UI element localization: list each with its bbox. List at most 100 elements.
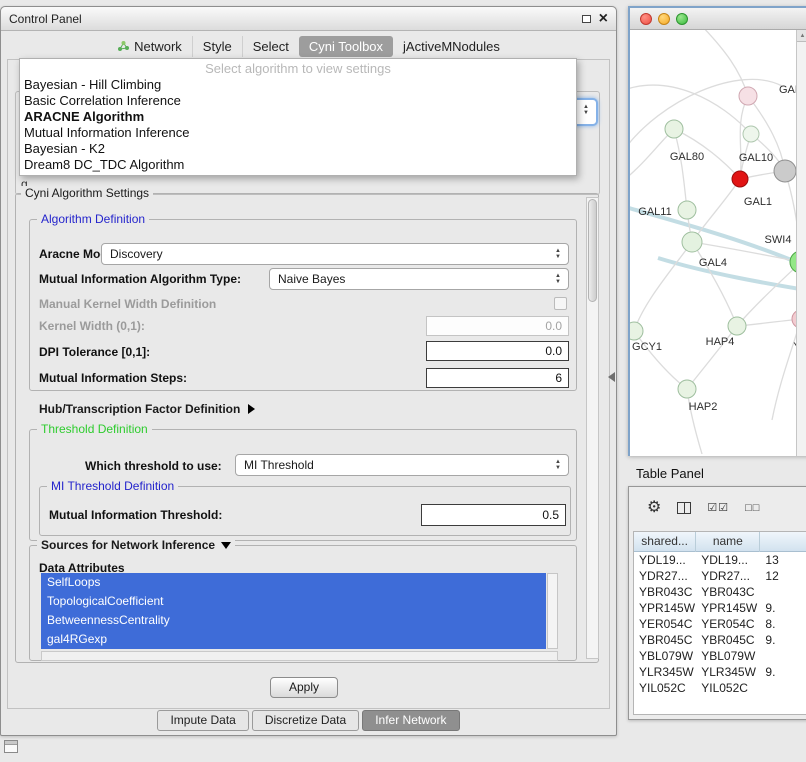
window-controls: × — [582, 12, 608, 26]
manual-kernel-checkbox[interactable] — [554, 297, 567, 310]
network-node[interactable] — [743, 126, 759, 142]
network-canvas-svg: GALGAL80GAL10GAL11GAL1SWI4GAL4GCY1HAP4YH… — [630, 30, 800, 456]
which-threshold-select[interactable]: MI Threshold — [235, 454, 569, 476]
table-row[interactable]: YIL052CYIL052C — [634, 680, 806, 696]
mi-type-select[interactable]: Naive Bayes — [269, 268, 569, 290]
spinner-arrows-icon — [554, 273, 562, 285]
table-row[interactable]: YBR045CYBR045C9. — [634, 632, 806, 648]
attributes-list-vscrollbar[interactable] — [547, 573, 558, 649]
columns-icon[interactable] — [677, 502, 691, 514]
zoom-traffic-light-icon[interactable] — [676, 13, 688, 25]
table-header-cell[interactable]: name — [696, 532, 760, 552]
cyni-settings-title: Cyni Algorithm Settings — [21, 186, 153, 200]
algorithm-option-aracne-algorithm[interactable]: ARACNE Algorithm — [20, 109, 576, 125]
bottom-tab-infer-network[interactable]: Infer Network — [362, 710, 459, 731]
tab-label: Cyni Toolbox — [309, 39, 383, 54]
attribute-item-selfloops[interactable]: SelfLoops — [41, 573, 546, 592]
network-edge — [634, 331, 687, 389]
bottom-tab-bar: Impute DataDiscretize DataInfer Network — [1, 710, 616, 731]
table-row[interactable]: YDL19...YDL19...13 — [634, 552, 806, 568]
tab-network[interactable]: Network — [107, 36, 192, 57]
tab-select[interactable]: Select — [242, 36, 299, 57]
network-edge — [630, 79, 782, 150]
network-node[interactable] — [774, 160, 796, 182]
network-node[interactable] — [739, 87, 757, 105]
network-node[interactable] — [630, 322, 643, 340]
settings-scrollbar[interactable] — [586, 197, 599, 659]
data-attributes-list: SelfLoopsTopologicalCoefficientBetweenne… — [41, 573, 546, 649]
table-toolbar: ⚙ ☑☑ □□ — [629, 493, 806, 523]
table-row[interactable]: YBR043CYBR043C — [634, 584, 806, 600]
tab-jactivemnodules[interactable]: jActiveMNodules — [393, 36, 510, 57]
sources-title-label: Sources for Network Inference — [41, 538, 215, 552]
mi-type-label: Mutual Information Algorithm Type: — [39, 272, 241, 287]
minimize-traffic-light-icon[interactable] — [658, 13, 670, 25]
which-threshold-value: MI Threshold — [244, 458, 314, 472]
panel-collapse-handle[interactable] — [608, 372, 615, 382]
table-row[interactable]: YBL079WYBL079W — [634, 648, 806, 664]
network-node[interactable] — [678, 380, 696, 398]
table-header-cell[interactable]: shared... — [634, 532, 696, 552]
network-node[interactable] — [682, 232, 702, 252]
mi-steps-input[interactable] — [426, 368, 569, 388]
settings-scrollbar-thumb[interactable] — [588, 199, 597, 302]
tab-cyni-toolbox[interactable]: Cyni Toolbox — [299, 36, 393, 57]
tab-style[interactable]: Style — [192, 36, 242, 57]
attribute-table: shared...name YDL19...YDL19...13YDR27...… — [633, 531, 806, 715]
float-window-icon[interactable] — [582, 15, 591, 23]
network-node-label: SWI4 — [765, 234, 792, 246]
algorithm-option-dream8-dc-tdc-algorithm[interactable]: Dream8 DC_TDC Algorithm — [20, 157, 576, 173]
table-row[interactable]: YDR27...YDR27...12 — [634, 568, 806, 584]
sources-toggle[interactable]: Sources for Network Inference — [37, 538, 235, 552]
mi-threshold-input[interactable] — [421, 504, 566, 526]
table-header-cell[interactable] — [760, 532, 806, 552]
network-edge — [630, 85, 751, 134]
dpi-tolerance-label: DPI Tolerance [0,1]: — [39, 345, 150, 360]
table-row[interactable]: YPR145WYPR145W9. — [634, 600, 806, 616]
close-window-icon[interactable]: × — [599, 12, 608, 26]
algorithm-option-bayesian-hill-climbing[interactable]: Bayesian - Hill Climbing — [20, 77, 576, 93]
clear-checkboxes-icon[interactable]: □□ — [745, 500, 760, 516]
table-cell: YBL079W — [696, 648, 760, 664]
attribute-item-topologicalcoefficient[interactable]: TopologicalCoefficient — [41, 592, 546, 611]
bottom-tab-impute-data[interactable]: Impute Data — [157, 710, 248, 731]
network-node[interactable] — [732, 171, 748, 187]
network-node-label: HAP4 — [706, 336, 735, 348]
network-scrollbar[interactable]: ▲ — [796, 30, 806, 456]
attribute-item-gal4rgexp[interactable]: gal4RGexp — [41, 630, 546, 649]
network-edge — [674, 129, 687, 210]
mi-steps-label: Mutual Information Steps: — [39, 371, 187, 386]
gear-icon[interactable]: ⚙ — [647, 500, 661, 516]
collapse-arrow-icon — [221, 542, 231, 549]
aracne-mode-select[interactable]: Discovery — [101, 243, 569, 265]
table-panel-window: ⚙ ☑☑ □□ shared...name YDL19...YDL19...13… — [628, 486, 806, 720]
attribute-item-betweennesscentrality[interactable]: BetweennessCentrality — [41, 611, 546, 630]
scroll-up-icon[interactable]: ▲ — [797, 30, 806, 42]
table-row[interactable]: YLR345WYLR345W9. — [634, 664, 806, 680]
network-node[interactable] — [678, 201, 696, 219]
algorithm-dropdown: Select algorithm to view settings Bayesi… — [19, 58, 577, 176]
algorithm-option-basic-correlation-inference[interactable]: Basic Correlation Inference — [20, 93, 576, 109]
hub-definition-toggle[interactable]: Hub/Transcription Factor Definition — [39, 402, 255, 416]
bottom-tab-discretize-data[interactable]: Discretize Data — [252, 710, 359, 731]
table-header-row: shared...name — [634, 532, 806, 552]
kernel-width-input[interactable] — [426, 316, 569, 336]
algorithm-option-bayesian-k2[interactable]: Bayesian - K2 — [20, 141, 576, 157]
network-view-window: GALGAL80GAL10GAL11GAL1SWI4GAL4GCY1HAP4YH… — [628, 6, 806, 456]
network-node[interactable] — [665, 120, 683, 138]
network-node-label: HAP2 — [689, 401, 718, 413]
table-row[interactable]: YER054CYER054C8. — [634, 616, 806, 632]
spinner-arrows-icon — [582, 104, 590, 116]
network-edge — [700, 30, 748, 96]
close-traffic-light-icon[interactable] — [640, 13, 652, 25]
table-cell — [760, 648, 806, 664]
network-canvas[interactable]: GALGAL80GAL10GAL11GAL1SWI4GAL4GCY1HAP4YH… — [630, 30, 806, 456]
window-title: Control Panel — [9, 12, 82, 26]
network-node[interactable] — [728, 317, 746, 335]
attributes-list-hscrollbar[interactable] — [41, 651, 558, 661]
apply-button[interactable]: Apply — [270, 677, 338, 698]
minimized-panel-icon[interactable] — [4, 740, 18, 753]
select-all-checkboxes-icon[interactable]: ☑☑ — [707, 500, 729, 516]
dpi-tolerance-input[interactable] — [426, 341, 569, 361]
algorithm-option-mutual-information-inference[interactable]: Mutual Information Inference — [20, 125, 576, 141]
